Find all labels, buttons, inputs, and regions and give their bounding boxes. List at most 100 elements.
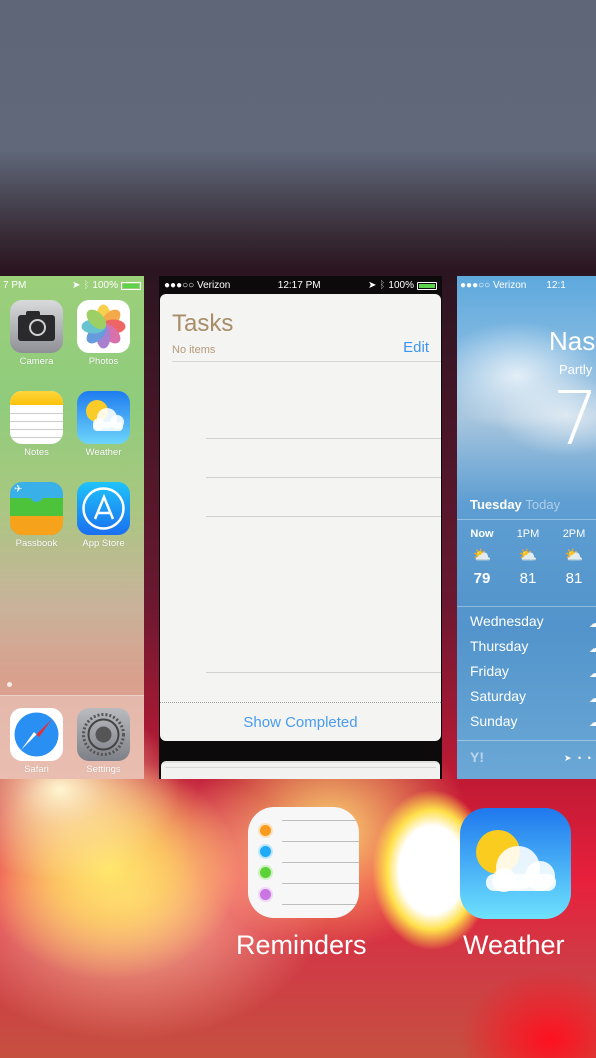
city-name: Nash [549, 326, 596, 356]
status-bar: ●●●○○ Verizon 12:17 PM ➤ ᛒ 100% [159, 276, 442, 295]
app-label: Photos [88, 356, 119, 367]
app-label: Camera [19, 356, 54, 367]
page-indicator[interactable]: ➤ • • [564, 753, 593, 764]
app-label: Notes [24, 447, 49, 458]
app-safari[interactable]: Safari [10, 708, 63, 775]
bluetooth-icon: ᛒ [379, 280, 386, 291]
carrier: ●●●○○ Verizon [164, 280, 231, 291]
hour-label: Now [470, 528, 494, 540]
hour-column: 1PM ⛅ 81 [515, 528, 541, 587]
partly-cloudy-icon [476, 830, 556, 892]
daily-forecast: Wednesday Thursday Friday Saturday Sunda… [470, 613, 544, 738]
location-icon: ➤ [368, 280, 377, 291]
weather-card[interactable]: ●●●○○ Verizon 12:1 Nash Partly 7 Tuesday… [457, 276, 596, 779]
safari-icon [10, 708, 63, 761]
divider [457, 606, 596, 607]
task-list-sheet: Tasks No items Edit Show Completed [160, 294, 441, 741]
empty-row-line [206, 438, 441, 439]
empty-row-line [206, 672, 441, 673]
status-time: 12:1 [546, 280, 566, 291]
status-bar: ●●●○○ Verizon 12:1 [457, 276, 596, 295]
app-label: Settings [86, 764, 121, 775]
partly-sunny-icon: ⛅ [564, 547, 584, 564]
hour-label: 2PM [562, 528, 586, 540]
app-label: Weather [85, 447, 122, 458]
dotted-divider [160, 702, 441, 703]
reminders-app-label[interactable]: Reminders [236, 930, 367, 961]
edit-button[interactable]: Edit [403, 339, 429, 356]
status-bar: 7 PM ➤ ᛒ 100% [0, 276, 144, 295]
weather-app-label[interactable]: Weather [463, 930, 565, 961]
hour-column: Now ⛅ 79 [469, 528, 495, 587]
app-store-icon [77, 482, 130, 535]
reminders-app-icon[interactable] [248, 807, 359, 918]
app-app-store[interactable]: App Store [77, 482, 130, 549]
passbook-icon: ✈ [10, 482, 63, 535]
orange-dot [258, 823, 273, 838]
divider [457, 740, 596, 741]
blue-dot [258, 844, 273, 859]
cloud-icon: ☁ [589, 643, 596, 655]
photos-icon [77, 300, 130, 353]
hour-temp: 79 [473, 570, 491, 587]
hour-label: 1PM [516, 528, 540, 540]
green-dot [258, 865, 273, 880]
hourly-forecast[interactable]: Now ⛅ 79 1PM ⛅ 81 2PM ⛅ 81 [469, 528, 587, 587]
app-weather[interactable]: Weather [77, 391, 130, 458]
app-settings[interactable]: Settings [77, 708, 130, 775]
dock: Safari Settings [0, 695, 144, 779]
list-item-count: No items [172, 344, 216, 356]
day-row: Saturday [470, 688, 527, 704]
reminders-card[interactable]: ●●●○○ Verizon 12:17 PM ➤ ᛒ 100% Tasks No… [159, 276, 442, 779]
yahoo-logo-icon[interactable]: Y! [470, 749, 484, 765]
camera-icon [10, 300, 63, 353]
day-name: Tuesday [470, 497, 522, 512]
app-label: App Store [82, 538, 125, 549]
weather-icon [77, 391, 130, 444]
app-photos[interactable]: Photos [77, 300, 130, 367]
day-row: Sunday [470, 713, 518, 729]
notes-icon [10, 391, 63, 444]
bluetooth-icon: ᛒ [83, 280, 90, 291]
day-row: Wednesday [470, 613, 544, 629]
app-label: Passbook [15, 538, 58, 549]
cloud-icon: ☁ [589, 668, 596, 680]
battery-icon [121, 281, 141, 290]
empty-row-line [206, 477, 441, 478]
hour-temp: 81 [519, 570, 537, 587]
condition: Partly [559, 362, 593, 377]
divider [172, 361, 441, 362]
day-heading: Tuesday Today [470, 497, 560, 512]
stacked-lists[interactable] [161, 761, 440, 779]
show-completed-button[interactable]: Show Completed [160, 714, 441, 731]
app-notes[interactable]: Notes [10, 391, 63, 458]
current-temperature: 7 [552, 376, 596, 462]
location-icon: ➤ [72, 280, 81, 291]
app-label: Safari [24, 764, 49, 775]
app-passbook[interactable]: ✈ Passbook [10, 482, 63, 549]
page-indicator-dot [7, 682, 12, 687]
list-title: Tasks [172, 310, 234, 337]
cloud-icon: ☁ [589, 693, 596, 705]
hour-temp: 81 [565, 570, 583, 587]
home-screen-card[interactable]: 7 PM ➤ ᛒ 100% Camera Photos Notes Weathe… [0, 276, 144, 779]
day-suffix: Today [525, 497, 561, 512]
status-time: 12:17 PM [277, 280, 321, 291]
status-time: 7 PM [3, 280, 27, 291]
divider [457, 519, 596, 520]
cloud-icon: ☁ [589, 618, 596, 630]
battery-percent: 100% [388, 280, 414, 291]
battery-icon [417, 281, 437, 290]
purple-dot [258, 887, 273, 902]
day-row: Thursday [470, 638, 529, 654]
app-camera[interactable]: Camera [10, 300, 63, 367]
weather-app-icon[interactable] [460, 808, 571, 919]
app-grid: Camera Photos Notes Weather ✈ Passbook A… [10, 300, 130, 549]
partly-sunny-icon: ⛅ [472, 547, 492, 564]
empty-row-line [206, 516, 441, 517]
cloud-icon: ☁ [589, 717, 596, 729]
day-row: Friday [470, 663, 509, 679]
hour-column: 2PM ⛅ 81 [561, 528, 587, 587]
partly-sunny-icon: ⛅ [518, 547, 538, 564]
battery-percent: 100% [92, 280, 118, 291]
